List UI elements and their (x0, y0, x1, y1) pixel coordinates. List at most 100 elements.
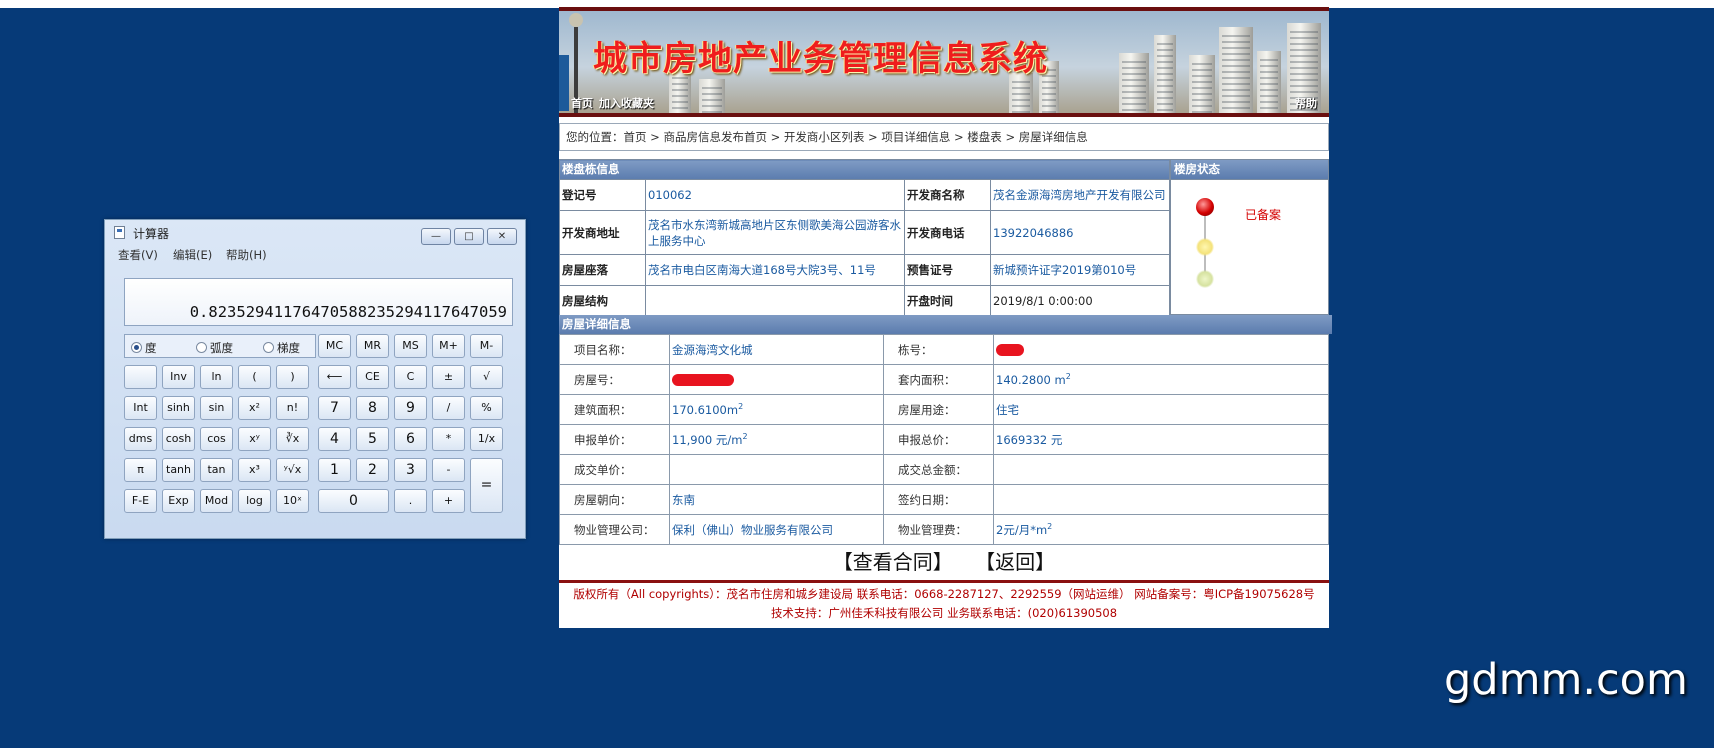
value-dev-addr: 茂名市水东湾新城高地片区东侧歌美海公园游客水上服务中心 (645, 210, 905, 255)
close-button[interactable]: ✕ (487, 228, 517, 245)
key-memory[interactable]: MR (356, 334, 389, 358)
label-structure: 房屋结构 (559, 285, 646, 317)
key-calc[interactable]: tanh (162, 458, 195, 482)
key-calc[interactable]: . (394, 489, 427, 513)
key-calc[interactable]: Inv (162, 365, 195, 389)
key-calc[interactable]: 2 (356, 458, 389, 482)
key-calc[interactable]: 7 (318, 396, 351, 420)
key-calc[interactable]: cosh (162, 427, 195, 451)
key-calc[interactable]: sinh (162, 396, 195, 420)
key-calc[interactable]: n! (276, 396, 309, 420)
value-usage: 住宅 (993, 394, 1329, 425)
key-calc[interactable]: Int (124, 396, 157, 420)
key-calc[interactable]: dms (124, 427, 157, 451)
key-memory[interactable]: MS (394, 334, 427, 358)
key-calc[interactable]: x² (238, 396, 271, 420)
maximize-button[interactable]: □ (454, 228, 484, 245)
key-calc[interactable]: ± (432, 365, 465, 389)
nav-favorite-link[interactable]: 加入收藏夹 (599, 95, 654, 111)
label-pm-fee: 物业管理费： (883, 514, 994, 545)
key-calc[interactable]: π (124, 458, 157, 482)
status-text: 已备案 (1245, 208, 1282, 222)
value-dev-phone: 13922046886 (990, 210, 1170, 255)
key-calc[interactable]: log (238, 489, 271, 513)
key-calc[interactable]: + (432, 489, 465, 513)
radio-degree[interactable]: 度 (131, 340, 157, 356)
label-dev-addr: 开发商地址 (559, 210, 646, 255)
label-pm-company: 物业管理公司： (559, 514, 670, 545)
key-memory[interactable]: M+ (432, 334, 465, 358)
value-orientation: 东南 (669, 484, 884, 515)
redacted-mark (996, 344, 1024, 356)
calculator-title: 计算器 (133, 227, 170, 241)
key-calc[interactable]: 3 (394, 458, 427, 482)
key-calc[interactable]: * (432, 427, 465, 451)
key-calc[interactable]: 1 (318, 458, 351, 482)
display-value: 0.8235294117647058823529411764705​9 (189, 303, 507, 321)
view-contract-button[interactable]: 【查看合同】 (833, 550, 953, 574)
key-calc[interactable]: ʸ√x (276, 458, 309, 482)
key-calc[interactable]: xʸ (238, 427, 271, 451)
key-calc[interactable]: √ (470, 365, 503, 389)
house-detail-table: 项目名称： 金源海湾文化城 栋号： 房屋号： 套内面积： 140.2800 m2… (559, 334, 1329, 545)
calculator-window[interactable]: 计算器 — □ ✕ 查看(V) 编辑(E) 帮助(H) 0.8235294117… (104, 219, 526, 539)
key-calc[interactable]: 10ˣ (276, 489, 309, 513)
key-calc[interactable]: 1/x (470, 427, 503, 451)
breadcrumb: 您的位置：首页 > 商品房信息发布首页 > 开发商小区列表 > 项目详细信息 >… (559, 123, 1329, 151)
key-calc[interactable]: ( (238, 365, 271, 389)
label-open-time: 开盘时间 (904, 285, 991, 317)
menu-help[interactable]: 帮助(H) (226, 247, 267, 263)
key-calc[interactable]: Mod (200, 489, 233, 513)
value-inner-area: 140.2800 m2 (993, 364, 1329, 395)
label-deal-total: 成交总金额： (883, 454, 994, 485)
key-calc[interactable]: 4 (318, 427, 351, 451)
key-calc[interactable]: C (394, 365, 427, 389)
key-calc[interactable]: 6 (394, 427, 427, 451)
key-calc[interactable]: tan (200, 458, 233, 482)
key-calc[interactable]: 0 (318, 489, 389, 513)
nav-home-link[interactable]: 首页 (571, 95, 593, 111)
back-button[interactable]: 【返回】 (975, 550, 1055, 574)
key-calc[interactable]: - (432, 458, 465, 482)
key-calc[interactable]: = (470, 458, 503, 513)
key-calc[interactable]: x³ (238, 458, 271, 482)
status-section-header: 楼房状态 (1171, 160, 1328, 180)
key-calc[interactable]: % (470, 396, 503, 420)
key-calc[interactable]: ln (200, 365, 233, 389)
minimize-button[interactable]: — (421, 228, 451, 245)
value-deal-unit (669, 454, 884, 485)
value-sign-date (993, 484, 1329, 515)
key-calc[interactable]: sin (200, 396, 233, 420)
label-building-no: 栋号： (883, 334, 994, 365)
label-inner-area: 套内面积： (883, 364, 994, 395)
value-unit-price: 11,900 元/m2 (669, 424, 884, 455)
redacted-mark (672, 374, 734, 386)
menu-view[interactable]: 查看(V) (118, 247, 158, 263)
key-calc[interactable]: F-E (124, 489, 157, 513)
label-orientation: 房屋朝向： (559, 484, 670, 515)
menu-edit[interactable]: 编辑(E) (173, 247, 212, 263)
key-memory[interactable]: MC (318, 334, 351, 358)
radio-gradian[interactable]: 梯度 (263, 340, 300, 356)
key-calc[interactable]: 5 (356, 427, 389, 451)
value-room (669, 364, 884, 395)
key-calc[interactable]: Exp (162, 489, 195, 513)
key-calc[interactable]: 9 (394, 396, 427, 420)
key-memory[interactable]: M- (470, 334, 503, 358)
key-calc[interactable]: ∛x (276, 427, 309, 451)
nav-help-link[interactable]: 帮助 (1295, 95, 1317, 111)
value-location: 茂名市电白区南海大道168号大院3号、11号 (645, 254, 905, 286)
radio-radian[interactable]: 弧度 (196, 340, 233, 356)
value-open-time: 2019/8/1 0:00:00 (990, 285, 1170, 317)
value-reg-no: 010062 (645, 179, 905, 211)
key-calc[interactable]: 8 (356, 396, 389, 420)
site-banner: 城市房地产业务管理信息系统 首页 加入收藏夹 帮助 (559, 7, 1329, 117)
key-calc[interactable]: cos (200, 427, 233, 451)
key-calc[interactable]: / (432, 396, 465, 420)
key-calc[interactable]: ) (276, 365, 309, 389)
calculator-titlebar[interactable]: 计算器 — □ ✕ (105, 220, 525, 246)
key-calc[interactable]: CE (356, 365, 389, 389)
label-usage: 房屋用途： (883, 394, 994, 425)
key-blank[interactable] (124, 365, 157, 389)
key-calc[interactable]: ⟵ (318, 365, 351, 389)
